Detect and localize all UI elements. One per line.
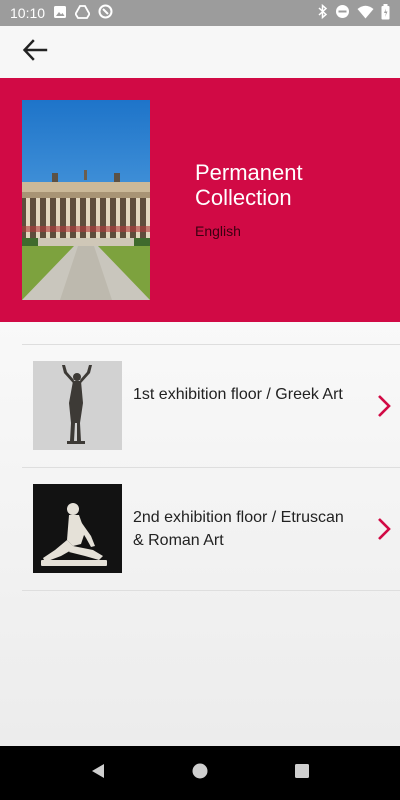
app-bar bbox=[0, 26, 400, 78]
arrow-left-icon bbox=[22, 38, 48, 66]
drive-icon bbox=[74, 4, 91, 22]
nav-recents-button[interactable] bbox=[292, 763, 312, 783]
chevron-right-icon bbox=[376, 516, 392, 542]
list-item-title: 2nd exhibition floor / Etruscan & Roman … bbox=[133, 509, 344, 549]
bluetooth-icon bbox=[318, 3, 328, 22]
status-time: 10:10 bbox=[10, 5, 46, 21]
bronze-statue-thumbnail bbox=[33, 361, 122, 450]
wifi-icon bbox=[357, 5, 374, 22]
block-icon bbox=[98, 4, 113, 22]
image-icon bbox=[53, 5, 67, 22]
language-label: English bbox=[195, 223, 241, 239]
recents-square-icon bbox=[294, 763, 310, 784]
museum-building-image bbox=[22, 100, 150, 300]
list-item[interactable]: 1st exhibition floor / Greek Art bbox=[22, 345, 400, 468]
nav-back-button[interactable] bbox=[88, 763, 108, 783]
status-right-icons bbox=[318, 3, 390, 23]
back-triangle-icon bbox=[90, 763, 106, 784]
battery-icon bbox=[381, 3, 390, 23]
nav-home-button[interactable] bbox=[190, 763, 210, 783]
status-left-icons bbox=[53, 4, 113, 22]
back-button[interactable] bbox=[20, 38, 50, 66]
dnd-icon bbox=[335, 4, 350, 22]
chevron-right-icon bbox=[376, 393, 392, 419]
collection-header: Permanent Collection English bbox=[0, 78, 400, 322]
system-nav-bar bbox=[0, 746, 400, 800]
list-item-title: 1st exhibition floor / Greek Art bbox=[133, 386, 343, 403]
content-area: 1st exhibition floor / Greek Art 2nd exh… bbox=[0, 322, 400, 746]
home-circle-icon bbox=[192, 763, 208, 784]
list-item[interactable]: 2nd exhibition floor / Etruscan & Roman … bbox=[22, 468, 400, 591]
floor-list: 1st exhibition floor / Greek Art 2nd exh… bbox=[22, 344, 400, 591]
marble-statue-thumbnail bbox=[33, 484, 122, 573]
status-bar: 10:10 bbox=[0, 0, 400, 26]
collection-title: Permanent Collection bbox=[195, 160, 303, 210]
